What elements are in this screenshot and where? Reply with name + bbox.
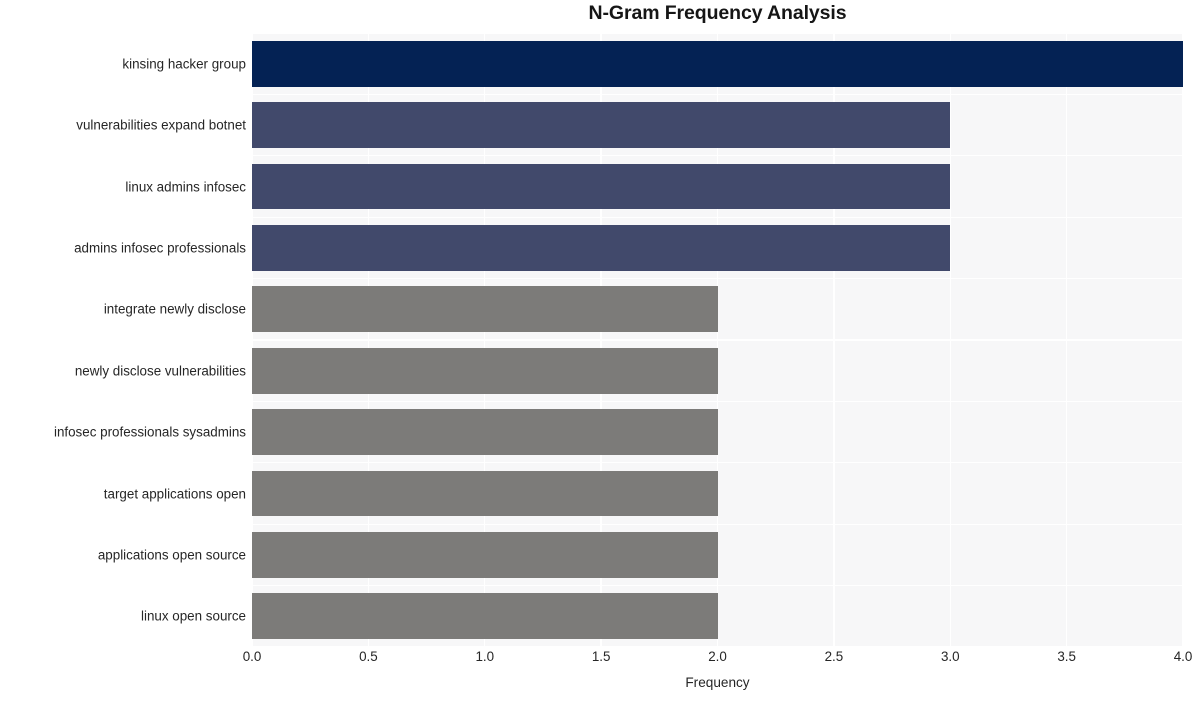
gridline-horizontal — [252, 277, 1183, 280]
x-tick-label: 3.5 — [1057, 649, 1076, 664]
bar — [252, 163, 951, 210]
x-tick-label: 0.0 — [242, 649, 262, 664]
y-tick-label: integrate newly disclose — [103, 301, 246, 317]
chart-title: N-Gram Frequency Analysis — [588, 2, 847, 24]
y-tick-label: target applications open — [103, 486, 246, 501]
gridline-horizontal — [252, 584, 1183, 587]
bar — [252, 347, 718, 394]
x-tick-label: 1.5 — [591, 649, 611, 664]
x-tick-label: 2.5 — [824, 649, 844, 664]
gridline-horizontal — [252, 155, 1183, 157]
gridline-horizontal — [252, 646, 1183, 647]
gridline-horizontal — [252, 93, 1183, 96]
y-tick-label: kinsing hacker group — [122, 56, 246, 72]
y-tick-label: infosec professionals sysadmins — [53, 424, 246, 440]
y-tick-label: linux admins infosec — [125, 179, 246, 194]
bar — [252, 40, 1183, 87]
bar — [252, 225, 951, 271]
y-axis-tick-labels: kinsing hacker group vulnerabilities expa… — [0, 33, 246, 647]
x-tick-label: 1.0 — [475, 649, 495, 664]
y-tick-label: applications open source — [97, 547, 246, 563]
x-axis-tick-labels: 0.0 0.5 1.0 1.5 2.0 2.5 3.0 3.5 4.0 — [243, 649, 1193, 671]
gridline-horizontal — [252, 216, 1183, 218]
x-tick-label: 4.0 — [1173, 649, 1193, 664]
x-tick-label: 3.0 — [940, 649, 960, 664]
gridline-horizontal — [252, 523, 1183, 525]
gridline-horizontal — [252, 400, 1183, 403]
bar — [252, 593, 718, 640]
x-tick-label: 0.5 — [359, 649, 378, 664]
bar — [252, 532, 718, 578]
chart-figure: N-Gram Frequency Analysis kinsing hacker… — [0, 0, 1193, 701]
x-axis-label: Frequency — [685, 675, 750, 690]
bar — [252, 102, 951, 148]
x-tick-label: 2.0 — [708, 649, 727, 664]
gridline-horizontal — [252, 339, 1183, 341]
y-tick-label: linux open source — [141, 608, 246, 624]
gridline-horizontal — [252, 462, 1183, 464]
y-tick-label: newly disclose vulnerabilities — [74, 363, 246, 379]
bar — [252, 286, 718, 333]
gridline-horizontal — [252, 33, 1183, 34]
bar — [252, 409, 718, 455]
y-tick-label: admins infosec professionals — [74, 240, 246, 256]
plot-area — [252, 33, 1183, 647]
bar — [252, 470, 718, 517]
y-tick-label: vulnerabilities expand botnet — [76, 117, 246, 133]
